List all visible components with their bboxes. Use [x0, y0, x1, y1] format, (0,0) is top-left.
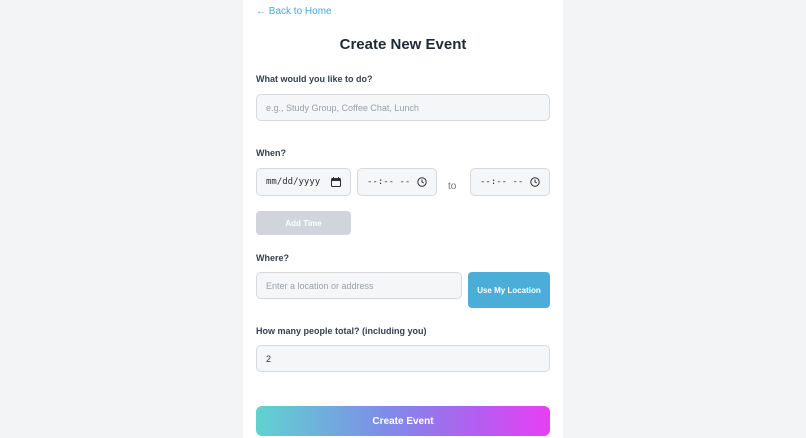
use-my-location-button[interactable]: Use My Location	[468, 272, 550, 308]
location-input[interactable]: Enter a location or address	[256, 272, 462, 299]
to-separator: to	[448, 181, 457, 192]
start-time-picker[interactable]: --:-- --	[357, 168, 437, 196]
add-time-button[interactable]: Add Time	[256, 211, 351, 235]
start-time-placeholder: --:-- --	[367, 177, 411, 187]
date-picker[interactable]: mm/dd/yyyy	[256, 168, 351, 196]
end-time-placeholder: --:-- --	[480, 177, 524, 187]
people-count-value: 2	[266, 353, 272, 364]
activity-label: What would you like to do?	[256, 74, 373, 84]
activity-input[interactable]: e.g., Study Group, Coffee Chat, Lunch	[256, 94, 550, 121]
create-event-button[interactable]: Create Event	[256, 406, 550, 436]
location-placeholder: Enter a location or address	[266, 280, 374, 291]
date-placeholder: mm/dd/yyyy	[266, 177, 321, 187]
back-to-home-link[interactable]: ← Back to Home	[256, 6, 332, 17]
people-count-label: How many people total? (including you)	[256, 326, 427, 336]
calendar-icon[interactable]	[331, 177, 341, 187]
people-count-input[interactable]: 2	[256, 345, 550, 372]
where-label: Where?	[256, 253, 290, 263]
activity-placeholder: e.g., Study Group, Coffee Chat, Lunch	[266, 102, 419, 113]
end-time-picker[interactable]: --:-- --	[470, 168, 550, 196]
page-title: Create New Event	[339, 36, 467, 53]
event-form-card: ← Back to Home Create New Event What wou…	[243, 0, 563, 438]
clock-icon[interactable]	[417, 177, 427, 187]
when-label: When?	[256, 148, 286, 158]
clock-icon[interactable]	[530, 177, 540, 187]
